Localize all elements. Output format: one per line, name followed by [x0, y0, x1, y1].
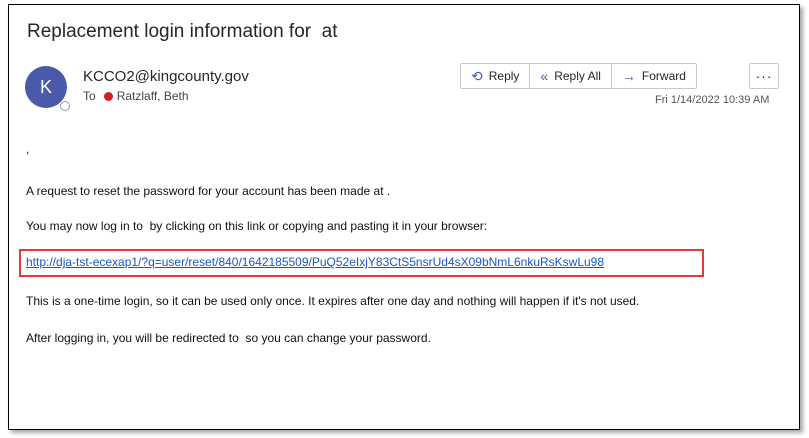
reply-all-icon: «	[540, 68, 549, 84]
reply-icon: ⟲	[471, 67, 483, 84]
recipients-line: To Ratzlaff, Beth	[83, 89, 189, 103]
forward-arrow-icon: →	[621, 68, 636, 84]
more-icon: ···	[755, 68, 773, 84]
message-actions: ⟲ Reply « Reply All → Forward	[460, 63, 697, 89]
more-actions-button[interactable]: ···	[749, 63, 779, 89]
email-reading-pane: Replacement login information for at K K…	[8, 4, 800, 430]
body-line-redirect: After logging in, you will be redirected…	[26, 331, 431, 345]
body-line-one-time-login: This is a one-time login, so it can be u…	[26, 294, 640, 308]
forward-button[interactable]: → Forward	[612, 64, 696, 88]
greeting-text: ,	[26, 142, 30, 156]
forward-label: Forward	[641, 69, 686, 83]
body-line-login-instruction: You may now log in to by clicking on thi…	[26, 219, 488, 233]
reply-label: Reply	[488, 69, 520, 83]
avatar-initial: K	[39, 76, 52, 97]
reply-all-button[interactable]: « Reply All	[530, 64, 612, 88]
body-line-reset-request: A request to reset the password for your…	[26, 184, 391, 198]
busy-status-icon	[103, 91, 113, 101]
reply-all-label: Reply All	[554, 69, 601, 83]
email-subject: Replacement login information for at	[27, 21, 338, 42]
recipient-name[interactable]: Ratzlaff, Beth	[117, 89, 189, 103]
sent-date: Fri 1/14/2022 10:39 AM	[655, 94, 770, 106]
presence-status-icon	[60, 101, 70, 111]
password-reset-link[interactable]: http://dja-tst-ecexap1/?q=user/reset/840…	[26, 255, 604, 269]
sender-address[interactable]: KCCO2@kingcounty.gov	[83, 68, 249, 85]
reply-button[interactable]: ⟲ Reply	[461, 64, 531, 88]
to-label: To	[83, 89, 96, 103]
